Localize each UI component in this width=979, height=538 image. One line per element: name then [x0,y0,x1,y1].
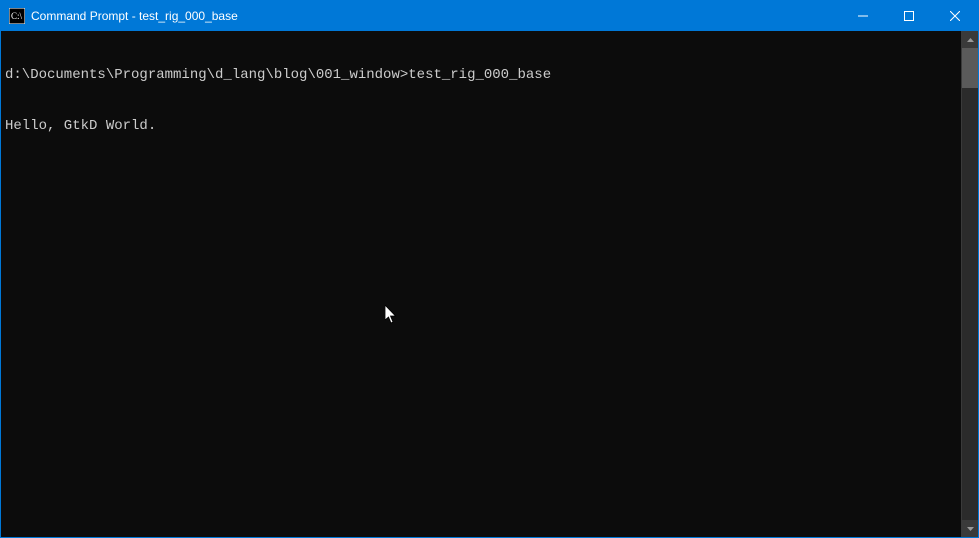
close-button[interactable] [932,1,978,31]
terminal-output[interactable]: d:\Documents\Programming\d_lang\blog\001… [1,31,961,537]
scrollbar-thumb[interactable] [962,48,978,88]
chevron-up-icon [967,38,974,42]
window-controls [840,1,978,31]
client-area: d:\Documents\Programming\d_lang\blog\001… [1,31,978,537]
scroll-down-button[interactable] [962,520,978,537]
terminal-line: d:\Documents\Programming\d_lang\blog\001… [5,67,961,84]
command-text: test_rig_000_base [408,67,551,83]
svg-text:C:\: C:\ [11,11,23,21]
scroll-up-button[interactable] [962,31,978,48]
maximize-button[interactable] [886,1,932,31]
scrollbar-track[interactable] [962,48,978,520]
minimize-button[interactable] [840,1,886,31]
prompt-path: d:\Documents\Programming\d_lang\blog\001… [5,67,408,83]
cmd-icon: C:\ [9,8,25,24]
terminal-line: Hello, GtkD World. [5,118,961,135]
output-text: Hello, GtkD World. [5,118,156,134]
chevron-down-icon [967,527,974,531]
command-prompt-window: C:\ Command Prompt - test_rig_000_base [0,0,979,538]
titlebar[interactable]: C:\ Command Prompt - test_rig_000_base [1,1,978,31]
window-title: Command Prompt - test_rig_000_base [31,9,840,23]
vertical-scrollbar[interactable] [961,31,978,537]
